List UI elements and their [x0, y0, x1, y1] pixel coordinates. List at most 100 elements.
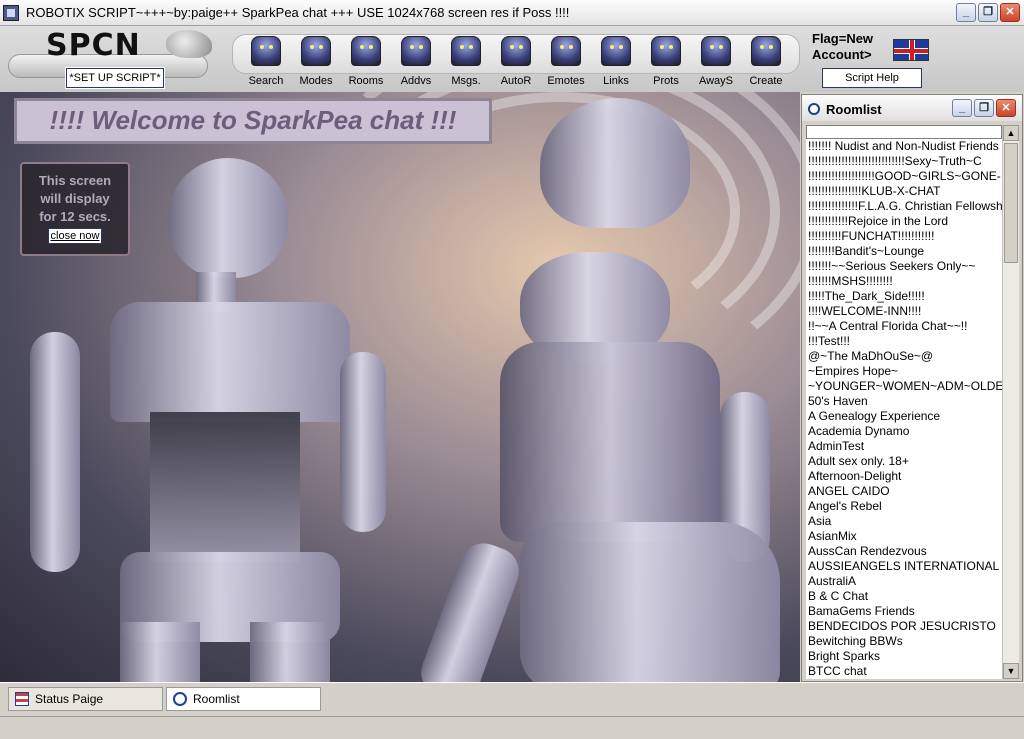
- tool-label: Msgs.: [451, 75, 481, 87]
- room-list-item[interactable]: BTCC chat: [806, 664, 1002, 679]
- room-list-item[interactable]: !!!!!!!!!!!!!!!!!!!!GOOD~GIRLS~GONE-: [806, 169, 1002, 184]
- room-list-item[interactable]: !!!!!!! Nudist and Non-Nudist Friends: [806, 139, 1002, 154]
- tool-label: Emotes: [547, 75, 585, 87]
- roomlist-title-bar: Roomlist _ ❐ ✕: [802, 95, 1022, 121]
- room-list-item[interactable]: Angel's Rebel: [806, 499, 1002, 514]
- robot-search-icon: [251, 36, 281, 66]
- room-list-item[interactable]: !!!!WELCOME-INN!!!!: [806, 304, 1002, 319]
- roomlist-scrollbar[interactable]: ▲ ▼: [1002, 125, 1019, 679]
- task-status-paige[interactable]: Status Paige: [8, 687, 163, 711]
- robot-prots-icon: [651, 36, 681, 66]
- robot-rooms-icon: [351, 36, 381, 66]
- maximize-button[interactable]: ❐: [978, 3, 998, 22]
- tool-label: Prots: [653, 75, 679, 87]
- robot-create-icon: [751, 36, 781, 66]
- room-list-item[interactable]: AsianMix: [806, 529, 1002, 544]
- room-list-item[interactable]: !!!!!!!MSHS!!!!!!!!: [806, 274, 1002, 289]
- spcn-logo: SPCN: [46, 28, 141, 63]
- roomlist-minimize-button[interactable]: _: [952, 99, 972, 117]
- tool-label: Create: [749, 75, 783, 87]
- roomlist-maximize-button[interactable]: ❐: [974, 99, 994, 117]
- ie-icon: [173, 692, 187, 706]
- robot-aways-icon: [701, 36, 731, 66]
- room-list-item[interactable]: Asia: [806, 514, 1002, 529]
- room-list-item[interactable]: ANGEL CAIDO: [806, 484, 1002, 499]
- room-list-item[interactable]: !!!!!The_Dark_Side!!!!!: [806, 289, 1002, 304]
- close-now-button[interactable]: close now: [47, 228, 103, 244]
- room-list-item[interactable]: !!!!!!!!!!!!!!!F.L.A.G. Christian Fellow…: [806, 199, 1002, 214]
- room-list-item[interactable]: !!!!!!!~~Serious Seekers Only~~: [806, 259, 1002, 274]
- room-list-item[interactable]: @~The MaDhOuSe~@: [806, 349, 1002, 364]
- room-list-item[interactable]: AussCan Rendezvous: [806, 544, 1002, 559]
- status-bar: [0, 716, 1024, 739]
- tool-button-create[interactable]: Create: [741, 30, 791, 90]
- room-list-item[interactable]: AustraliA: [806, 574, 1002, 589]
- room-list-item[interactable]: Adult sex only. 18+: [806, 454, 1002, 469]
- welcome-banner: !!!! Welcome to SparkPea chat !!!: [14, 98, 492, 144]
- room-list-item[interactable]: BENDECIDOS POR JESUCRISTO: [806, 619, 1002, 634]
- tool-button-links[interactable]: Links: [591, 30, 641, 90]
- room-list: !!!!!!! Nudist and Non-Nudist Friends!!!…: [806, 139, 1002, 679]
- tool-button-prots[interactable]: Prots: [641, 30, 691, 90]
- robot-autor-icon: [501, 36, 531, 66]
- app-icon[interactable]: [3, 5, 19, 21]
- room-list-item[interactable]: !!!!!!!!!!FUNCHAT!!!!!!!!!!!: [806, 229, 1002, 244]
- tool-button-autor[interactable]: AutoR: [491, 30, 541, 90]
- tool-button-search[interactable]: Search: [241, 30, 291, 90]
- room-list-item[interactable]: !!!Test!!!: [806, 334, 1002, 349]
- tool-label: Links: [603, 75, 629, 87]
- scroll-up-icon[interactable]: ▲: [1003, 125, 1019, 141]
- robot-links-icon: [601, 36, 631, 66]
- minimize-button[interactable]: _: [956, 3, 976, 22]
- tool-button-emotes[interactable]: Emotes: [541, 30, 591, 90]
- task-roomlist[interactable]: Roomlist: [166, 687, 321, 711]
- roomlist-close-button[interactable]: ✕: [996, 99, 1016, 117]
- setup-script-button[interactable]: *SET UP SCRIPT*: [65, 67, 165, 89]
- room-list-item[interactable]: Bright Sparks: [806, 649, 1002, 664]
- robot-msgs-icon: [451, 36, 481, 66]
- tool-button-rooms[interactable]: Rooms: [341, 30, 391, 90]
- close-button[interactable]: ✕: [1000, 3, 1020, 22]
- room-list-item[interactable]: ~YOUNGER~WOMEN~ADM~OLDER: [806, 379, 1002, 394]
- room-list-item[interactable]: AdminTest: [806, 439, 1002, 454]
- robot-modes-icon: [301, 36, 331, 66]
- tool-label: AwayS: [698, 75, 734, 87]
- scroll-thumb[interactable]: [1004, 143, 1018, 263]
- room-list-item[interactable]: Afternoon-Delight: [806, 469, 1002, 484]
- tool-button-addvs[interactable]: Addvs: [391, 30, 441, 90]
- roomlist-filter-input[interactable]: [806, 125, 1002, 139]
- roomlist-window: Roomlist _ ❐ ✕ !!!!!!! Nudist and Non-Nu…: [801, 94, 1023, 682]
- ie-icon: [808, 103, 820, 115]
- script-help-button[interactable]: Script Help: [822, 68, 922, 88]
- room-list-item[interactable]: A Genealogy Experience: [806, 409, 1002, 424]
- scroll-down-icon[interactable]: ▼: [1003, 663, 1019, 679]
- window-title: ROBOTIX SCRIPT~+++~by:paige++ SparkPea c…: [26, 5, 570, 20]
- tool-label: Modes: [299, 75, 333, 87]
- tool-button-aways[interactable]: AwayS: [691, 30, 741, 90]
- logo-swirl-icon: [166, 30, 212, 58]
- room-list-item[interactable]: Bewitching BBWs: [806, 634, 1002, 649]
- room-list-item[interactable]: !!!!!!!!!!!!Rejoice in the Lord: [806, 214, 1002, 229]
- title-bar: ROBOTIX SCRIPT~+++~by:paige++ SparkPea c…: [0, 0, 1024, 26]
- room-list-item[interactable]: !!!!!!!!Bandit's~Lounge: [806, 244, 1002, 259]
- tool-label: Rooms: [348, 75, 384, 87]
- room-list-item[interactable]: !!~~A Central Florida Chat~~!!: [806, 319, 1002, 334]
- room-list-item[interactable]: 50's Haven: [806, 394, 1002, 409]
- welcome-stage: !!!! Welcome to SparkPea chat !!! This s…: [0, 92, 800, 682]
- tool-button-msgs[interactable]: Msgs.: [441, 30, 491, 90]
- flag-new-account-label: Flag=New Account>: [812, 31, 874, 62]
- tool-label: Search: [248, 75, 284, 87]
- room-list-item[interactable]: !!!!!!!!!!!!!!!!!!!!!!!!!!!!!Sexy~Truth~…: [806, 154, 1002, 169]
- room-list-item[interactable]: AUSSIEANGELS INTERNATIONAL CI: [806, 559, 1002, 574]
- room-list-item[interactable]: BamaGems Friends: [806, 604, 1002, 619]
- robot-emotes-icon: [551, 36, 581, 66]
- room-list-item[interactable]: Academia Dynamo: [806, 424, 1002, 439]
- roomlist-title: Roomlist: [826, 102, 882, 117]
- status-window-icon: [15, 692, 29, 706]
- tool-label: Addvs: [400, 75, 432, 87]
- tool-button-modes[interactable]: Modes: [291, 30, 341, 90]
- room-list-item[interactable]: ~Empires Hope~: [806, 364, 1002, 379]
- uk-flag-icon[interactable]: [893, 39, 929, 61]
- room-list-item[interactable]: B & C Chat: [806, 589, 1002, 604]
- room-list-item[interactable]: !!!!!!!!!!!!!!!!KLUB-X-CHAT: [806, 184, 1002, 199]
